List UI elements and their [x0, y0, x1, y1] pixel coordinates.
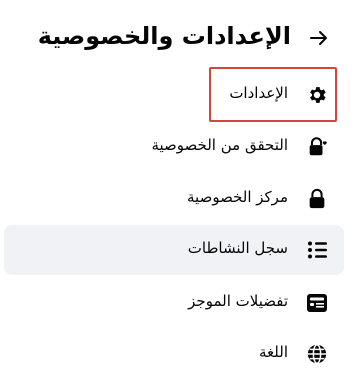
- menu-item-feed-preferences[interactable]: تفضيلات الموجز: [4, 278, 344, 328]
- menu-item-label: مركز الخصوصية: [187, 188, 288, 206]
- menu-item-label: اللغة: [259, 343, 288, 361]
- back-arrow-icon[interactable]: [305, 24, 333, 52]
- menu-item-privacy-center[interactable]: مركز الخصوصية: [4, 174, 344, 224]
- list-icon: [304, 237, 330, 263]
- menu-item-language[interactable]: اللغة: [4, 329, 344, 379]
- globe-icon: [304, 341, 330, 367]
- header: الإعدادات والخصوصية: [0, 20, 357, 58]
- lock-icon: [304, 186, 330, 212]
- selection-highlight: [209, 67, 337, 122]
- lock-heart-icon: [304, 134, 330, 160]
- menu-item-label: التحقق من الخصوصية: [151, 136, 288, 154]
- feed-icon: [304, 290, 330, 316]
- menu-item-label: سجل النشاطات: [187, 239, 288, 257]
- menu-item-label: تفضيلات الموجز: [188, 292, 288, 310]
- menu-item-privacy-checkup[interactable]: التحقق من الخصوصية: [4, 122, 344, 172]
- menu-item-activity-log[interactable]: سجل النشاطات: [4, 225, 344, 275]
- page-title: الإعدادات والخصوصية: [37, 22, 291, 50]
